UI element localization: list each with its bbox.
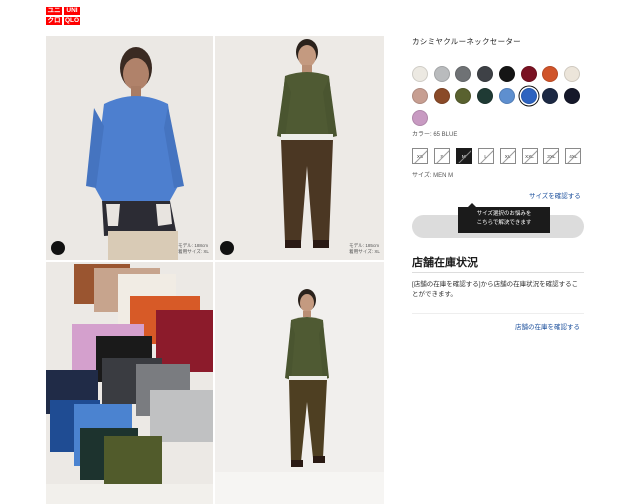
divider xyxy=(412,272,584,273)
product-photo-olive-model[interactable]: モデル: 185cm 着用サイズ: XL xyxy=(215,36,384,260)
logo-cell: UNI xyxy=(64,7,80,15)
size-option-l[interactable]: L xyxy=(477,148,494,164)
size-strike-line xyxy=(500,149,515,163)
product-title: カシミヤクルーネックセーター xyxy=(412,37,521,46)
color-swatch-black[interactable] xyxy=(498,66,515,82)
model-caption: モデル: 185cm 着用サイズ: XL xyxy=(349,243,380,255)
size-option-xl[interactable]: XL xyxy=(499,148,516,164)
color-swatch-navy[interactable] xyxy=(542,88,559,104)
product-photo-walking-model[interactable] xyxy=(215,262,384,504)
size-option-3xl[interactable]: 3XL xyxy=(543,148,560,164)
color-swatch-dark-gray[interactable] xyxy=(477,66,494,82)
store-stock-description: [店舗の在庫を確認する]から店舗の在庫状況を確認することができます。 xyxy=(412,281,579,298)
color-swatch-orange[interactable] xyxy=(542,66,559,82)
color-swatch-olive[interactable] xyxy=(455,88,472,104)
color-swatch-off-white[interactable] xyxy=(412,66,428,82)
color-indicator-dot xyxy=(220,241,234,255)
size-option-s[interactable]: S xyxy=(433,148,450,164)
color-swatch-lilac[interactable] xyxy=(412,110,428,126)
color-swatch-blue[interactable] xyxy=(520,88,537,104)
size-strike-line xyxy=(478,149,493,163)
color-swatch-natural[interactable] xyxy=(563,66,580,82)
size-strike-line xyxy=(456,149,471,163)
product-gallery: モデル: 188cm 着用サイズ: XL モデル: 185cm 着用サイズ: X… xyxy=(46,36,384,504)
logo-cell: ユニ xyxy=(46,7,62,15)
size-option-m[interactable]: M xyxy=(455,148,472,164)
color-swatch-wine[interactable] xyxy=(520,66,537,82)
color-swatch-dark-green[interactable] xyxy=(477,88,494,104)
check-store-stock-link[interactable]: 店舗の在庫を確認する xyxy=(515,321,580,331)
size-option-xs[interactable]: XS xyxy=(412,148,428,164)
model-size: 着用サイズ: XL xyxy=(348,249,380,254)
color-swatch-dark-navy[interactable] xyxy=(563,88,580,104)
tooltip-line: サイズ選択のお悩みを xyxy=(476,211,532,217)
store-stock-heading: 店舗在庫状況 xyxy=(412,257,478,269)
color-indicator-dot xyxy=(51,241,65,255)
color-swatch-gray[interactable] xyxy=(455,66,472,82)
uniqlo-logo[interactable]: ユニ UNI クロ QLO xyxy=(46,7,80,25)
logo-cell: クロ xyxy=(46,17,62,25)
size-option-4xl[interactable]: 4XL xyxy=(565,148,582,164)
product-photo-blue-model[interactable]: モデル: 188cm 着用サイズ: XL xyxy=(46,36,213,260)
product-photo-color-stack[interactable] xyxy=(46,262,213,504)
selected-color-label: カラー: 65 BLUE xyxy=(412,132,458,138)
model-size: 着用サイズ: XL xyxy=(177,249,209,254)
color-swatch-pink-beige[interactable] xyxy=(412,88,428,104)
divider xyxy=(412,313,584,314)
size-strike-line xyxy=(413,149,427,163)
color-swatch-light-gray[interactable] xyxy=(433,66,450,82)
selected-size-label: サイズ: MEN M xyxy=(412,173,454,179)
logo-cell: QLO xyxy=(64,17,80,25)
size-guide-link[interactable]: サイズを確認する xyxy=(529,190,581,200)
model-caption: モデル: 188cm 着用サイズ: XL xyxy=(178,243,209,255)
size-option-xxl[interactable]: XXL xyxy=(521,148,538,164)
size-strike-line xyxy=(434,149,449,163)
color-swatch-light-blue[interactable] xyxy=(498,88,515,104)
color-swatch-brown[interactable] xyxy=(433,88,450,104)
size-help-tooltip[interactable]: サイズ選択のお悩みを こちらで解決できます xyxy=(458,203,550,233)
tooltip-line: こちらで解決できます xyxy=(476,220,532,226)
